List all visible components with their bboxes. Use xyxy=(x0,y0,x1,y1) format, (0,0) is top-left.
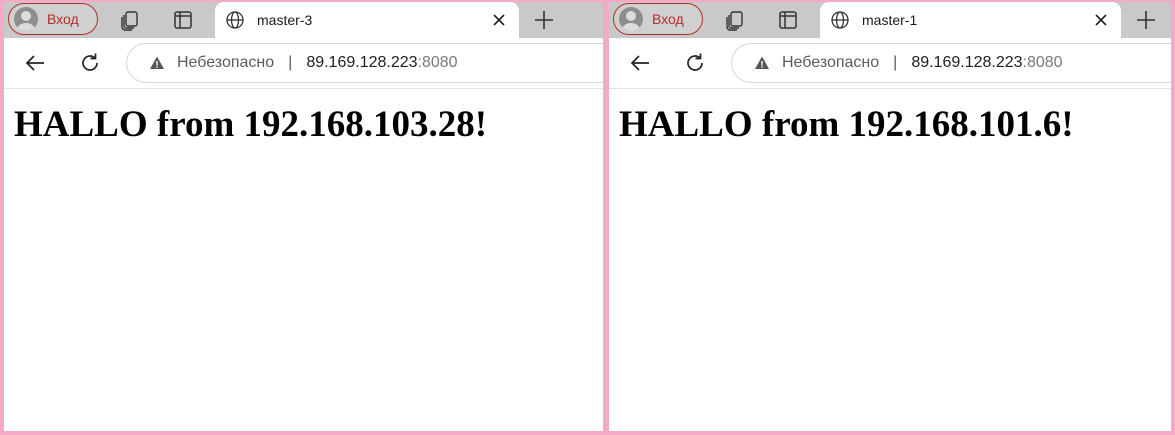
url-port: :8080 xyxy=(417,54,458,71)
tab-strip: Вход master-3 xyxy=(4,2,603,38)
profile-label: Вход xyxy=(47,11,79,27)
close-icon[interactable] xyxy=(1093,12,1109,28)
refresh-icon[interactable] xyxy=(683,51,707,75)
tab-actions-icon[interactable] xyxy=(171,8,195,32)
page-heading: HALLO from 192.168.103.28! xyxy=(14,104,488,145)
url-port: :8080 xyxy=(1022,54,1063,71)
page-content: HALLO from 192.168.101.6! xyxy=(609,88,1171,431)
browser-window-left: Вход master-3 Небезопасно | 89.169.128.2… xyxy=(0,0,607,435)
profile-button[interactable]: Вход xyxy=(8,3,98,35)
separator: | xyxy=(893,54,898,71)
warning-icon xyxy=(150,56,164,69)
profile-avatar-icon xyxy=(619,7,643,31)
url-host: 89.169.128.223 xyxy=(306,54,418,71)
tab-strip: Вход master-1 xyxy=(609,2,1171,38)
toolbar: Небезопасно | 89.169.128.223:8080 xyxy=(609,38,1171,88)
security-label[interactable]: Небезопасно xyxy=(782,54,879,72)
workspaces-icon[interactable] xyxy=(723,8,747,32)
page-heading: HALLO from 192.168.101.6! xyxy=(619,104,1074,145)
profile-avatar-icon xyxy=(14,7,38,31)
new-tab-icon[interactable] xyxy=(1133,7,1159,33)
new-tab-icon[interactable] xyxy=(531,7,557,33)
toolbar: Небезопасно | 89.169.128.223:8080 xyxy=(4,38,603,88)
workspaces-icon[interactable] xyxy=(118,8,142,32)
profile-label: Вход xyxy=(652,11,684,27)
tab-title: master-1 xyxy=(862,12,918,28)
globe-icon xyxy=(226,11,244,29)
tab-active[interactable]: master-3 xyxy=(215,2,519,38)
close-icon[interactable] xyxy=(491,12,507,28)
tab-active[interactable]: master-1 xyxy=(820,2,1121,38)
warning-icon xyxy=(755,56,769,69)
address-bar[interactable]: Небезопасно | 89.169.128.223:8080 xyxy=(126,43,603,83)
separator: | xyxy=(288,54,293,71)
back-arrow-icon[interactable] xyxy=(628,51,652,75)
url-host: 89.169.128.223 xyxy=(911,54,1023,71)
tab-title: master-3 xyxy=(257,12,313,28)
security-label[interactable]: Небезопасно xyxy=(177,54,274,72)
address-bar[interactable]: Небезопасно | 89.169.128.223:8080 xyxy=(731,43,1171,83)
refresh-icon[interactable] xyxy=(78,51,102,75)
profile-button[interactable]: Вход xyxy=(613,3,703,35)
globe-icon xyxy=(831,11,849,29)
browser-window-right: Вход master-1 Небезопасно | 89.169.128.2… xyxy=(605,0,1175,435)
page-content: HALLO from 192.168.103.28! xyxy=(4,88,603,431)
tab-actions-icon[interactable] xyxy=(776,8,800,32)
back-arrow-icon[interactable] xyxy=(23,51,47,75)
